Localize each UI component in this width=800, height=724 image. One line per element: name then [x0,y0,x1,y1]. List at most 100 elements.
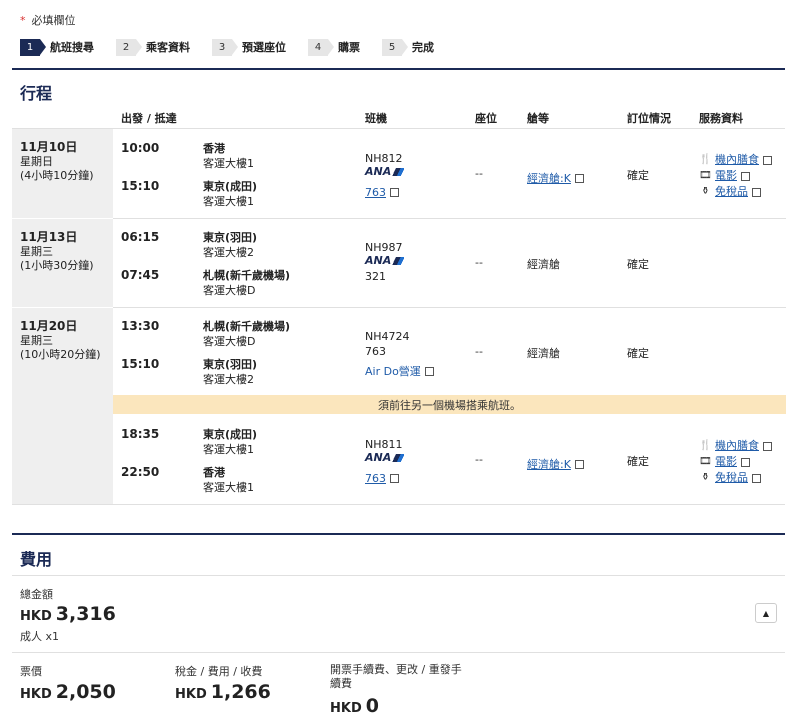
itinerary-title: 行程 [20,84,53,103]
seat-value: -- [475,256,483,269]
departure-city: 東京(成田) [203,428,258,441]
flight-number: NH811 [365,438,403,451]
chevron-up-icon: ▲ [762,608,770,618]
external-link-icon [752,473,761,483]
total-amount: HKD 3,316 [20,603,116,625]
arrival-time: 15:10 [121,357,160,371]
arrival-city: 札幌(新千歲機場) [203,269,291,282]
ana-logo: ANA [365,165,405,178]
header-divider [12,128,785,129]
header-depart-arrive: 出發 / 抵達 [121,112,177,125]
external-link-icon [574,174,584,183]
ana-logo: ANA [365,451,405,464]
service-meal[interactable]: 🍴 機內膳食 [699,151,772,167]
date: 11月20日 [20,319,78,333]
duration: (1小時30分鐘) [20,259,94,272]
cabin-class: 經濟艙 [527,258,560,271]
external-link-icon [763,155,772,165]
arrival-time: 15:10 [121,179,160,193]
table-bottom-divider [12,504,785,505]
duration: (4小時10分鐘) [20,169,94,182]
utensils-icon: 🍴 [699,439,712,451]
header-status: 訂位情況 [627,112,671,125]
service-duty-free[interactable]: ⚱ 免稅品 [699,469,761,485]
booking-status: 確定 [627,455,649,468]
external-link-icon [424,367,434,376]
departure-time: 18:35 [121,427,160,441]
external-link-icon [763,441,772,451]
total-label: 總金額 [20,588,53,601]
external-link-icon [752,187,761,197]
departure-terminal: 客運大樓1 [203,157,254,170]
departure-terminal: 客運大樓2 [203,246,254,259]
required-note: * 必填欄位 [20,14,76,27]
header-services: 服務資料 [699,112,743,125]
fare-label: 票價 [20,665,42,678]
handling-fee-label: 開票手續費、更改 / 重發手續費 [330,663,462,690]
step-flight-search: 1 航班搜尋 [20,38,94,56]
airport-change-notice: 須前往另一個機場搭乘航班。 [113,395,786,414]
collapse-fees-button[interactable]: ▲ [755,603,777,623]
taxes-amount: HKD 1,266 [175,681,271,703]
departure-time: 10:00 [121,141,160,155]
header-seat: 座位 [475,112,497,125]
ana-logo: ANA [365,254,405,267]
service-duty-free[interactable]: ⚱ 免稅品 [699,183,761,199]
flight-number: NH987 [365,241,403,254]
flight-number: NH4724 [365,330,410,343]
arrival-terminal: 客運大樓D [203,284,256,297]
duty-free-bottle-icon: ⚱ [701,471,710,483]
fees-divider [12,652,785,653]
flight-number: NH812 [365,152,403,165]
external-link-icon [741,171,750,181]
departure-city: 香港 [203,142,225,155]
header-flight: 班機 [365,112,387,125]
aircraft-type: 321 [365,270,386,283]
service-movie[interactable]: 🎞 電影 [699,167,750,183]
weekday: 星期三 [20,245,53,258]
operator-link[interactable]: Air Do營運 [365,360,434,379]
step-seat-selection: 3 預選座位 [212,38,286,56]
weekday: 星期日 [20,155,53,168]
booking-status: 確定 [627,169,649,182]
aircraft-link[interactable]: 763 [365,467,399,486]
step-passenger-info: 2 乘客資料 [116,38,190,56]
fees-title: 費用 [20,550,53,569]
external-link-icon [390,474,399,483]
departure-city: 札幌(新千歲機場) [203,320,291,333]
duration: (10小時20分鐘) [20,348,101,361]
arrival-city: 東京(成田) [203,180,258,193]
fees-divider [12,575,785,576]
section-rule [12,533,785,535]
film-reel-icon: 🎞 [699,455,712,467]
section-rule [12,68,785,70]
cabin-link[interactable]: 經濟艙:K [527,167,584,186]
seat-value: -- [475,345,483,358]
arrival-city: 香港 [203,466,225,479]
utensils-icon: 🍴 [699,153,712,165]
departure-terminal: 客運大樓1 [203,443,254,456]
aircraft-link[interactable]: 763 [365,181,399,200]
service-movie[interactable]: 🎞 電影 [699,453,750,469]
handling-fee-amount: HKD 0 [330,695,379,717]
arrival-time: 22:50 [121,465,160,479]
booking-status: 確定 [627,347,649,360]
arrival-terminal: 客運大樓1 [203,195,254,208]
film-reel-icon: 🎞 [699,169,712,181]
departure-time: 13:30 [121,319,160,333]
arrival-city: 東京(羽田) [203,358,258,371]
seat-value: -- [475,167,483,180]
date: 11月10日 [20,140,78,154]
taxes-label: 稅金 / 費用 / 收費 [175,665,263,678]
step-complete: 5 完成 [382,38,434,56]
external-link-icon [741,457,750,467]
departure-time: 06:15 [121,230,160,244]
service-meal[interactable]: 🍴 機內膳食 [699,437,772,453]
cabin-link[interactable]: 經濟艙:K [527,453,584,472]
arrival-terminal: 客運大樓2 [203,373,254,386]
step-purchase: 4 購票 [308,38,360,56]
aircraft-type: 763 [365,345,386,358]
external-link-icon [574,460,584,469]
arrival-terminal: 客運大樓1 [203,481,254,494]
booking-status: 確定 [627,258,649,271]
